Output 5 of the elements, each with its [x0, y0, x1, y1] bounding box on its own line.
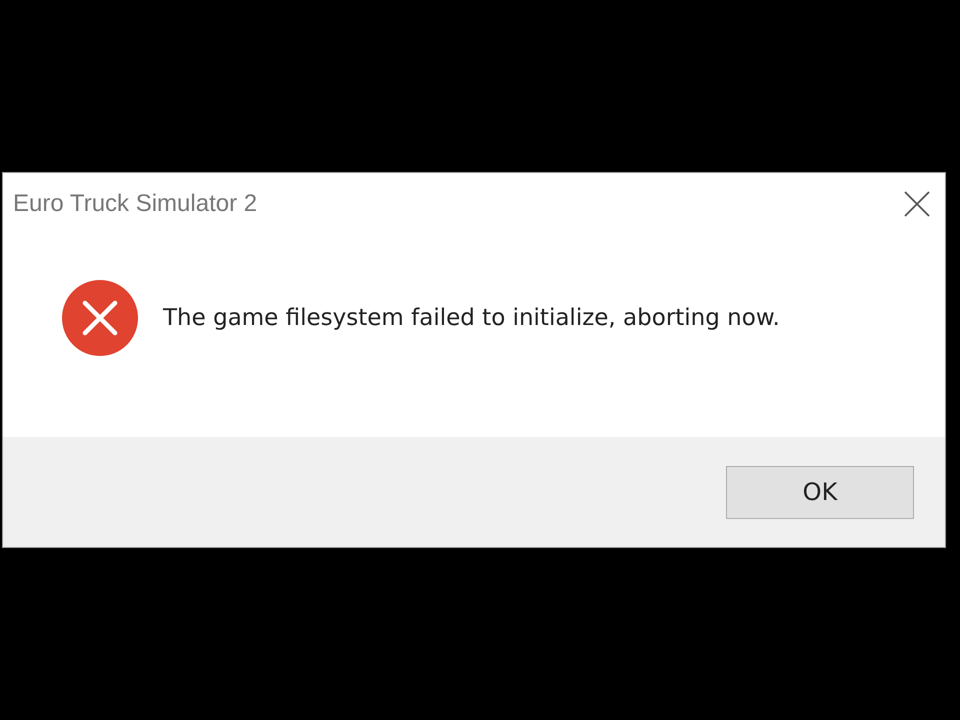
window-title: Euro Truck Simulator 2: [13, 190, 258, 218]
error-icon: [61, 279, 139, 357]
close-icon: [903, 190, 931, 218]
ok-button[interactable]: OK: [726, 466, 914, 518]
error-message: The game filesystem failed to initialize, aborting now.: [163, 305, 780, 331]
